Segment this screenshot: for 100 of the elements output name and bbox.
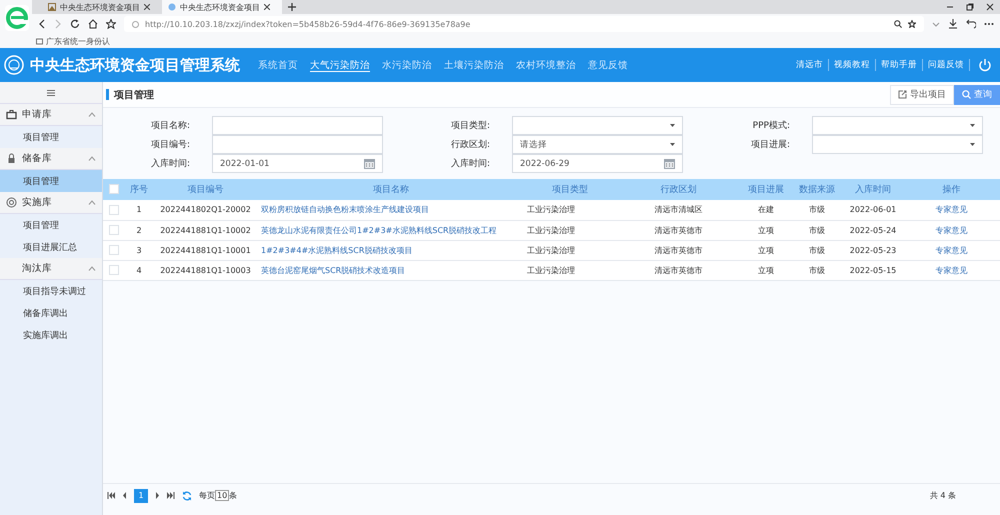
sidebar-item[interactable]: 项目管理 bbox=[0, 170, 102, 192]
nav-link[interactable]: 农村环境整治 bbox=[516, 56, 576, 74]
column-header[interactable]: 项目名称 bbox=[258, 179, 524, 200]
input-field[interactable] bbox=[212, 116, 383, 135]
export-button[interactable]: 导出项目 bbox=[890, 84, 954, 104]
column-header[interactable]: 项目编号 bbox=[153, 179, 258, 200]
folder-icon bbox=[36, 38, 43, 44]
column-header[interactable]: 行政区划 bbox=[616, 179, 741, 200]
column-header[interactable]: 项目进展 bbox=[741, 179, 791, 200]
power-icon[interactable] bbox=[978, 58, 992, 72]
undo-icon[interactable] bbox=[966, 19, 976, 29]
table-cell: 清远市清城区 bbox=[616, 200, 741, 220]
dropdown[interactable]: 请选择 bbox=[512, 135, 683, 154]
page-number[interactable]: 1 bbox=[134, 488, 148, 502]
table-cell: 2022441881Q1-10002 bbox=[153, 220, 258, 240]
table-cell: 清远市英德市 bbox=[616, 260, 741, 280]
total-count: 共 4 条 bbox=[930, 490, 956, 501]
nav-link[interactable]: 系统首页 bbox=[258, 56, 298, 74]
more-icon[interactable] bbox=[984, 22, 994, 26]
column-header[interactable]: 入库时间 bbox=[843, 179, 903, 200]
table-cell: 市级 bbox=[791, 220, 843, 240]
action-link[interactable]: 专家意见 bbox=[903, 220, 1000, 240]
sidebar-item[interactable]: 实施库调出 bbox=[0, 324, 102, 346]
project-link[interactable]: 1#2#3#4#水泥熟料线SCR脱硝技改项目 bbox=[258, 240, 524, 260]
reload-icon[interactable] bbox=[70, 19, 80, 29]
sidebar-item[interactable]: 项目管理 bbox=[0, 126, 102, 148]
first-page-icon[interactable] bbox=[107, 492, 115, 499]
restore-icon[interactable] bbox=[966, 3, 974, 11]
sidebar-item[interactable]: 项目进展汇总 bbox=[0, 236, 102, 258]
sidebar-item[interactable]: 项目指导未调过 bbox=[0, 280, 102, 302]
nav-link[interactable]: 大气污染防治 bbox=[310, 56, 370, 74]
table-cell: 工业污染治理 bbox=[524, 260, 616, 280]
close-icon[interactable] bbox=[264, 4, 270, 10]
field-label: 项目进展: bbox=[750, 138, 791, 151]
column-header[interactable]: 操作 bbox=[903, 179, 1000, 200]
bookmark[interactable]: 广东省统一身份认 bbox=[46, 36, 110, 46]
sidebar-item[interactable]: 项目管理 bbox=[0, 214, 102, 236]
date-field[interactable]: 2022-06-29 bbox=[512, 154, 683, 173]
nav-link[interactable]: 土壤污染防治 bbox=[444, 56, 504, 74]
close-icon[interactable] bbox=[144, 4, 150, 10]
action-link[interactable]: 专家意见 bbox=[903, 260, 1000, 280]
project-link[interactable]: 双粉房积放链自动换色粉末喷涂生产线建设项目 bbox=[258, 200, 524, 220]
sidebar-group[interactable]: 储备库 bbox=[0, 148, 102, 170]
last-page-icon[interactable] bbox=[167, 492, 175, 499]
header-link[interactable]: 清远市 bbox=[791, 59, 829, 71]
checkbox[interactable] bbox=[109, 204, 119, 215]
column-header[interactable]: 序号 bbox=[125, 179, 153, 200]
checkbox[interactable] bbox=[109, 265, 119, 275]
refresh-icon[interactable] bbox=[182, 490, 192, 500]
export-icon bbox=[898, 90, 907, 99]
project-link[interactable]: 英德台泥窑尾烟气SCR脱硝技术改造项目 bbox=[258, 260, 524, 280]
tab-title: 中央生态环境资金项目 bbox=[180, 2, 260, 12]
back-icon[interactable] bbox=[38, 19, 46, 29]
checkbox[interactable] bbox=[109, 245, 119, 255]
field-label: 入库时间: bbox=[150, 158, 191, 170]
project-link[interactable]: 英德龙山水泥有限责任公司1#2#3#水泥熟料线SCR脱硝技改工程 bbox=[258, 220, 524, 240]
action-link[interactable]: 专家意见 bbox=[903, 240, 1000, 260]
target-icon bbox=[6, 197, 17, 208]
chevron-down-icon[interactable] bbox=[932, 20, 940, 28]
address-bar[interactable]: http://10.10.203.18/zxzj/index?token=5b458b26-59d4-4f76-86e9-369135e78a9e bbox=[124, 16, 924, 32]
sidebar-group[interactable]: 申请库 bbox=[0, 104, 102, 126]
browser-tab[interactable]: 中央生态环境资金项目 bbox=[162, 0, 282, 14]
sidebar-group[interactable]: 实施库 bbox=[0, 192, 102, 214]
date-field[interactable]: 2022-01-01 bbox=[212, 154, 383, 173]
unit-label: 条 bbox=[229, 491, 238, 500]
table-cell: 2022-06-01 bbox=[843, 200, 903, 220]
page-size-select[interactable]: 10 bbox=[215, 490, 230, 501]
chevron-up-icon bbox=[88, 112, 96, 117]
input-field[interactable] bbox=[212, 135, 383, 154]
globe-icon bbox=[168, 3, 176, 11]
header-link[interactable]: 问题反馈 bbox=[923, 59, 970, 71]
zoom-icon[interactable] bbox=[894, 20, 902, 28]
briefcase-icon bbox=[6, 109, 17, 120]
table-cell: 清远市英德市 bbox=[616, 240, 741, 260]
checkbox[interactable] bbox=[109, 225, 119, 235]
star-icon[interactable] bbox=[908, 20, 916, 28]
header-link[interactable]: 视频教程 bbox=[829, 59, 876, 71]
star-icon[interactable] bbox=[106, 19, 116, 29]
menu-icon[interactable] bbox=[47, 90, 55, 96]
field-label: 项目编号: bbox=[150, 138, 191, 151]
prev-page-icon[interactable] bbox=[122, 492, 127, 499]
action-link[interactable]: 专家意见 bbox=[903, 200, 1000, 220]
checkbox[interactable] bbox=[109, 184, 119, 194]
table-cell: 工业污染治理 bbox=[524, 220, 616, 240]
table-cell: 2 bbox=[125, 220, 153, 240]
column-header[interactable]: 项目类型 bbox=[524, 179, 616, 200]
plus-icon[interactable] bbox=[288, 3, 296, 11]
nav-link[interactable]: 水污染防治 bbox=[382, 56, 432, 74]
sidebar-item[interactable]: 储备库调出 bbox=[0, 302, 102, 324]
tab-title: 中央生态环境资金项目 bbox=[60, 2, 140, 12]
home-icon[interactable] bbox=[88, 19, 98, 29]
sidebar-group[interactable]: 淘汰库 bbox=[0, 258, 102, 280]
download-icon[interactable] bbox=[948, 19, 958, 29]
header-link[interactable]: 帮助手册 bbox=[876, 59, 923, 71]
column-header[interactable]: 数据来源 bbox=[791, 179, 843, 200]
next-page-icon[interactable] bbox=[155, 492, 160, 499]
caret-icon bbox=[970, 124, 975, 127]
browser-tab[interactable]: 中央生态环境资金项目 bbox=[42, 0, 162, 14]
close-icon[interactable] bbox=[986, 3, 994, 11]
nav-link[interactable]: 意见反馈 bbox=[588, 56, 628, 74]
